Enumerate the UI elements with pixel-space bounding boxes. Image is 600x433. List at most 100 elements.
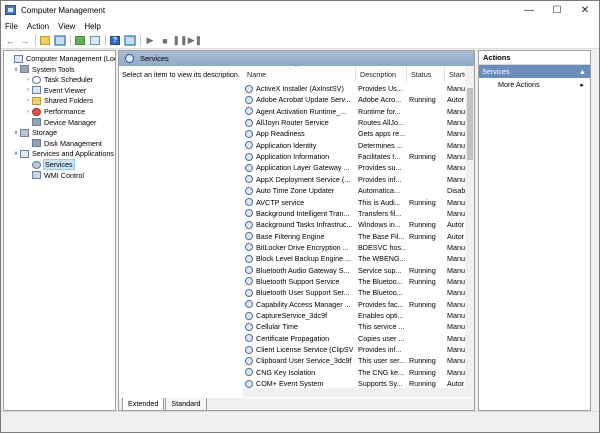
expanded-chevron-icon[interactable]: ∨: [12, 150, 20, 157]
service-name-cell: Background Tasks Infrastruc...: [245, 220, 353, 229]
menu-file[interactable]: File: [5, 22, 18, 31]
column-header-startup-type[interactable]: Startu: [445, 66, 468, 82]
tree-node[interactable]: Device Manager: [24, 117, 96, 128]
service-gear-icon: [245, 277, 253, 286]
service-description: Provides inf...: [358, 174, 402, 184]
service-gear-icon: [245, 334, 253, 343]
menu-view[interactable]: View: [58, 22, 75, 31]
service-row[interactable]: Client License Service (ClipSVC) Provides…: [243, 344, 474, 355]
minimize-button[interactable]: —: [515, 1, 543, 19]
service-row[interactable]: Block Level Backup Engine ... The WBENG..…: [243, 253, 474, 264]
show-hide-action-pane-icon[interactable]: [124, 35, 136, 47]
service-row[interactable]: Background Tasks Infrastruc... Windows in…: [243, 219, 474, 230]
service-row[interactable]: Application Information Facilitates t... R…: [243, 151, 474, 162]
clock-icon: [32, 75, 41, 84]
tree-node-label: Device Manager: [44, 117, 97, 127]
service-row[interactable]: Certificate Propagation Copies user ... Ma…: [243, 333, 474, 344]
service-row[interactable]: CNG Key Isolation The CNG ke... Running Man…: [243, 367, 474, 378]
tree-node[interactable]: › Performance: [24, 106, 85, 117]
export-list-icon[interactable]: [89, 35, 101, 47]
service-name-cell: CNG Key Isolation: [245, 368, 353, 377]
tree-node[interactable]: › Task Scheduler: [24, 74, 93, 85]
service-row[interactable]: AppX Deployment Service (... Provides inf…: [243, 174, 474, 185]
service-row[interactable]: Bluetooth User Support Ser... The Bluetoo…: [243, 287, 474, 298]
actions-section-services[interactable]: Services ▲: [479, 65, 590, 78]
collapsed-chevron-icon[interactable]: ›: [24, 77, 32, 83]
service-gear-icon: [245, 300, 253, 309]
vertical-scrollbar[interactable]: [465, 66, 474, 388]
tree-node[interactable]: Disk Management: [24, 138, 102, 149]
close-button[interactable]: ✕: [571, 1, 599, 19]
service-row[interactable]: Base Filtering Engine The Base Fil... Runn…: [243, 231, 474, 242]
service-row[interactable]: CaptureService_3dc9f Enables opti... Manu: [243, 310, 474, 321]
service-row[interactable]: Cellular Time This service ... Manu: [243, 321, 474, 332]
expanded-chevron-icon[interactable]: ∨: [12, 66, 20, 73]
pause-service-icon[interactable]: ❚❚: [172, 35, 187, 47]
menu-action[interactable]: Action: [27, 22, 49, 31]
service-name: Certificate Propagation: [256, 333, 330, 343]
service-name-cell: AllJoyn Router Service: [245, 118, 353, 127]
service-row[interactable]: Clipboard User Service_3dc9f This user se…: [243, 355, 474, 366]
tree-node[interactable]: ∨ Storage: [12, 127, 57, 138]
tools-icon: [20, 65, 29, 74]
help-icon[interactable]: ?: [109, 35, 121, 47]
tree-node[interactable]: Computer Management (Local: [6, 53, 115, 64]
stop-service-icon[interactable]: ■: [159, 35, 171, 47]
service-row[interactable]: Adobe Acrobat Update Serv... Adobe Acro..…: [243, 94, 474, 105]
more-actions-item[interactable]: More Actions ▸: [479, 78, 590, 91]
back-arrow-icon[interactable]: ←: [4, 35, 16, 47]
service-status: Running: [409, 367, 436, 377]
service-row[interactable]: Agent Activation Runtime_... Runtime for.…: [243, 106, 474, 117]
service-name: AllJoyn Router Service: [256, 118, 329, 128]
service-gear-icon: [245, 152, 253, 161]
service-row[interactable]: App Readiness Gets apps re... Manu: [243, 128, 474, 139]
vertical-scroll-thumb[interactable]: [467, 88, 473, 160]
column-header-status[interactable]: Status: [407, 66, 445, 82]
collapse-up-icon[interactable]: ▲: [579, 67, 586, 76]
service-row[interactable]: Application Layer Gateway ... Provides su…: [243, 162, 474, 173]
service-row[interactable]: Background Intelligent Tran... Transfers …: [243, 208, 474, 219]
restart-service-icon[interactable]: ▶❚: [188, 35, 202, 47]
service-row[interactable]: ActiveX Installer (AxInstSV) Provides Us.…: [243, 83, 474, 94]
service-gear-icon: [245, 266, 253, 275]
service-row[interactable]: Auto Time Zone Updater Automatica... Disab: [243, 185, 474, 196]
refresh-icon[interactable]: [74, 35, 86, 47]
service-row[interactable]: Bluetooth Support Service The Bluetoo... R…: [243, 276, 474, 287]
expanded-chevron-icon[interactable]: ∨: [12, 129, 20, 136]
maximize-button[interactable]: ☐: [543, 1, 571, 19]
service-status: Running: [409, 95, 436, 105]
service-row[interactable]: BitLocker Drive Encryption ... BDESVC hos…: [243, 242, 474, 253]
collapsed-chevron-icon[interactable]: ›: [24, 98, 32, 104]
column-header-description[interactable]: Description: [356, 66, 407, 82]
tab-extended[interactable]: Extended: [122, 398, 165, 410]
tree-node[interactable]: ∨ System Tools: [12, 64, 75, 75]
tree-node[interactable]: Services: [24, 159, 75, 170]
tree-node[interactable]: › Shared Folders: [24, 95, 93, 106]
service-row[interactable]: Capability Access Manager ... Provides fa…: [243, 299, 474, 310]
tree-node[interactable]: › Event Viewer: [24, 85, 86, 96]
service-row[interactable]: COM+ Event System Supports Sy... Running Au…: [243, 378, 474, 388]
start-service-icon[interactable]: ▶: [144, 35, 156, 47]
column-header-name[interactable]: ^ Name: [243, 66, 356, 82]
tab-standard[interactable]: Standard: [165, 398, 207, 410]
service-row[interactable]: AllJoyn Router Service Routes AllJo... Man…: [243, 117, 474, 128]
service-row[interactable]: Bluetooth Audio Gateway S... Service sup.…: [243, 265, 474, 276]
share-icon: [32, 96, 41, 105]
service-name-cell: Application Identity: [245, 141, 353, 150]
service-name: CaptureService_3dc9f: [256, 311, 328, 320]
service-row[interactable]: AVCTP service This is Audi... Running Manu: [243, 197, 474, 208]
perf-icon: [32, 107, 41, 116]
forward-arrow-icon[interactable]: →: [19, 35, 31, 47]
column-header-name-label: Name: [247, 69, 267, 79]
service-row[interactable]: Application Identity Determines ... Manu: [243, 140, 474, 151]
service-name-cell: Block Level Backup Engine ...: [245, 254, 353, 263]
collapsed-chevron-icon[interactable]: ›: [24, 109, 32, 115]
tree-node[interactable]: ∨ Services and Applications: [12, 148, 114, 159]
show-hide-tree-icon[interactable]: [54, 35, 66, 47]
tree-node[interactable]: WMI Control: [24, 170, 84, 181]
menu-help[interactable]: Help: [84, 22, 100, 31]
collapsed-chevron-icon[interactable]: ›: [24, 87, 32, 93]
horizontal-scrollbar[interactable]: [243, 388, 474, 397]
gear-icon: [32, 160, 41, 169]
up-folder-icon[interactable]: [39, 35, 51, 47]
